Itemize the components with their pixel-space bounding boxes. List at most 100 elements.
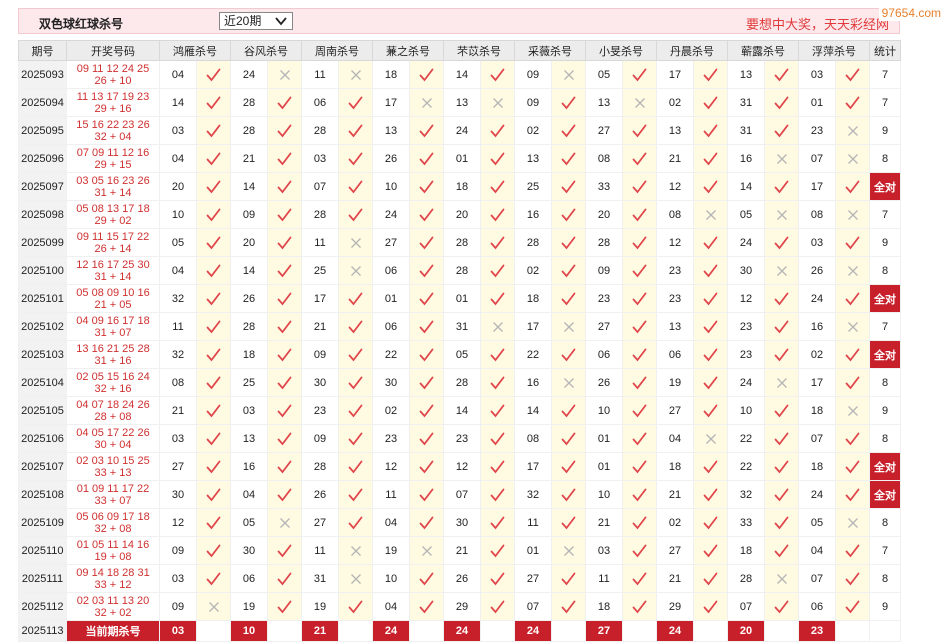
kill-hit-mark — [835, 536, 870, 565]
kill-hit-mark — [267, 200, 302, 229]
kill-hit-mark — [551, 200, 586, 229]
check-icon — [277, 572, 292, 585]
kill-value: 23 — [727, 312, 765, 341]
kill-hit-mark — [480, 228, 515, 257]
kill-hit-mark — [409, 368, 444, 397]
cross-icon — [847, 153, 858, 164]
draw-numbers: 04 09 16 17 18 31 + 07 — [66, 312, 160, 341]
check-icon — [561, 600, 576, 613]
issue-number: 2025112 — [18, 592, 67, 621]
cross-icon — [563, 377, 574, 388]
table-row: 2025110 01 05 11 14 16 19 + 08 09 30 11 19 21 01… — [18, 536, 901, 565]
kill-hit-mark — [267, 256, 302, 285]
kill-value: 23 — [798, 116, 836, 145]
kill-value: 12 — [443, 452, 481, 481]
chevron-down-icon — [275, 17, 287, 26]
kill-value: 04 — [372, 508, 410, 537]
kill-hit-mark — [196, 60, 231, 89]
col-header-expert-4[interactable]: 蒹之杀号 — [372, 40, 444, 61]
current-kill-spacer — [480, 620, 515, 642]
total-count: 8 — [869, 564, 901, 593]
slogan-link[interactable]: 要想中大奖，天天彩经网 — [746, 14, 889, 33]
kill-hit-mark — [480, 116, 515, 145]
kill-hit-mark — [622, 396, 657, 425]
cross-icon — [847, 321, 858, 332]
kill-miss-mark — [551, 312, 586, 341]
kill-value: 28 — [443, 256, 481, 285]
kill-miss-mark — [338, 536, 373, 565]
kill-hit-mark — [480, 536, 515, 565]
current-period-label: 当前期杀号 — [66, 620, 160, 642]
check-icon — [703, 544, 718, 557]
kill-hit-mark — [693, 536, 728, 565]
check-icon — [348, 124, 363, 137]
check-icon — [774, 460, 789, 473]
kill-value: 27 — [159, 452, 197, 481]
kill-value: 14 — [230, 172, 268, 201]
col-header-expert-10[interactable]: 浮萍杀号 — [798, 40, 870, 61]
kill-hit-mark — [338, 340, 373, 369]
kill-value: 01 — [585, 452, 623, 481]
total-count: 8 — [869, 424, 901, 453]
kill-value: 06 — [230, 564, 268, 593]
kill-miss-mark — [835, 256, 870, 285]
check-icon — [206, 432, 221, 445]
table-row: 2025100 12 16 17 25 30 31 + 14 04 14 25 06 28 02… — [18, 256, 901, 285]
kill-value: 07 — [443, 480, 481, 509]
draw-extra-balls: 26 + 10 — [94, 74, 132, 87]
col-header-expert-5[interactable]: 芣苡杀号 — [443, 40, 515, 61]
cross-icon — [705, 209, 716, 220]
kill-hit-mark — [622, 172, 657, 201]
col-header-expert-9[interactable]: 蕲露杀号 — [727, 40, 799, 61]
col-header-total: 统计 — [869, 40, 901, 61]
col-header-expert-2[interactable]: 谷风杀号 — [230, 40, 302, 61]
col-header-expert-8[interactable]: 丹晨杀号 — [656, 40, 728, 61]
kill-hit-mark — [196, 452, 231, 481]
kill-hit-mark — [267, 592, 302, 621]
kill-value: 27 — [301, 508, 339, 537]
kill-value: 23 — [727, 340, 765, 369]
kill-miss-mark — [196, 592, 231, 621]
check-icon — [277, 180, 292, 193]
kill-hit-mark — [693, 480, 728, 509]
col-header-draw: 开奖号码 — [66, 40, 160, 61]
kill-value: 28 — [230, 312, 268, 341]
top-bar: 双色球红球杀号 近20期 要想中大奖，天天彩经网 — [18, 8, 900, 34]
col-header-expert-7[interactable]: 小旻杀号 — [585, 40, 657, 61]
check-icon — [845, 236, 860, 249]
kill-value: 28 — [727, 564, 765, 593]
kill-hit-mark — [196, 396, 231, 425]
draw-red-balls: 04 09 16 17 18 — [76, 314, 150, 327]
kill-hit-mark — [338, 508, 373, 537]
check-icon — [703, 460, 718, 473]
kill-hit-mark — [693, 256, 728, 285]
cross-icon — [776, 153, 787, 164]
check-icon — [348, 320, 363, 333]
kill-value: 18 — [585, 592, 623, 621]
kill-hit-mark — [764, 424, 799, 453]
col-header-expert-1[interactable]: 鸿雁杀号 — [159, 40, 231, 61]
kill-value: 30 — [443, 508, 481, 537]
kill-hit-mark — [480, 284, 515, 313]
draw-extra-balls: 26 + 14 — [94, 242, 132, 255]
kill-value: 23 — [301, 396, 339, 425]
col-header-expert-3[interactable]: 周南杀号 — [301, 40, 373, 61]
cross-icon — [279, 69, 290, 80]
kill-value: 28 — [301, 200, 339, 229]
kill-hit-mark — [764, 396, 799, 425]
all-correct-badge: 全对 — [869, 452, 901, 481]
check-icon — [774, 236, 789, 249]
kill-hit-mark — [693, 228, 728, 257]
cross-icon — [847, 265, 858, 276]
kill-value: 09 — [301, 424, 339, 453]
kill-value: 14 — [230, 256, 268, 285]
kill-hit-mark — [338, 172, 373, 201]
kill-hit-mark — [480, 340, 515, 369]
check-icon — [419, 264, 434, 277]
kill-hit-mark — [267, 312, 302, 341]
col-header-expert-6[interactable]: 采薇杀号 — [514, 40, 586, 61]
kill-hit-mark — [551, 592, 586, 621]
check-icon — [561, 152, 576, 165]
check-icon — [561, 124, 576, 137]
period-select[interactable]: 近20期 — [219, 12, 293, 30]
